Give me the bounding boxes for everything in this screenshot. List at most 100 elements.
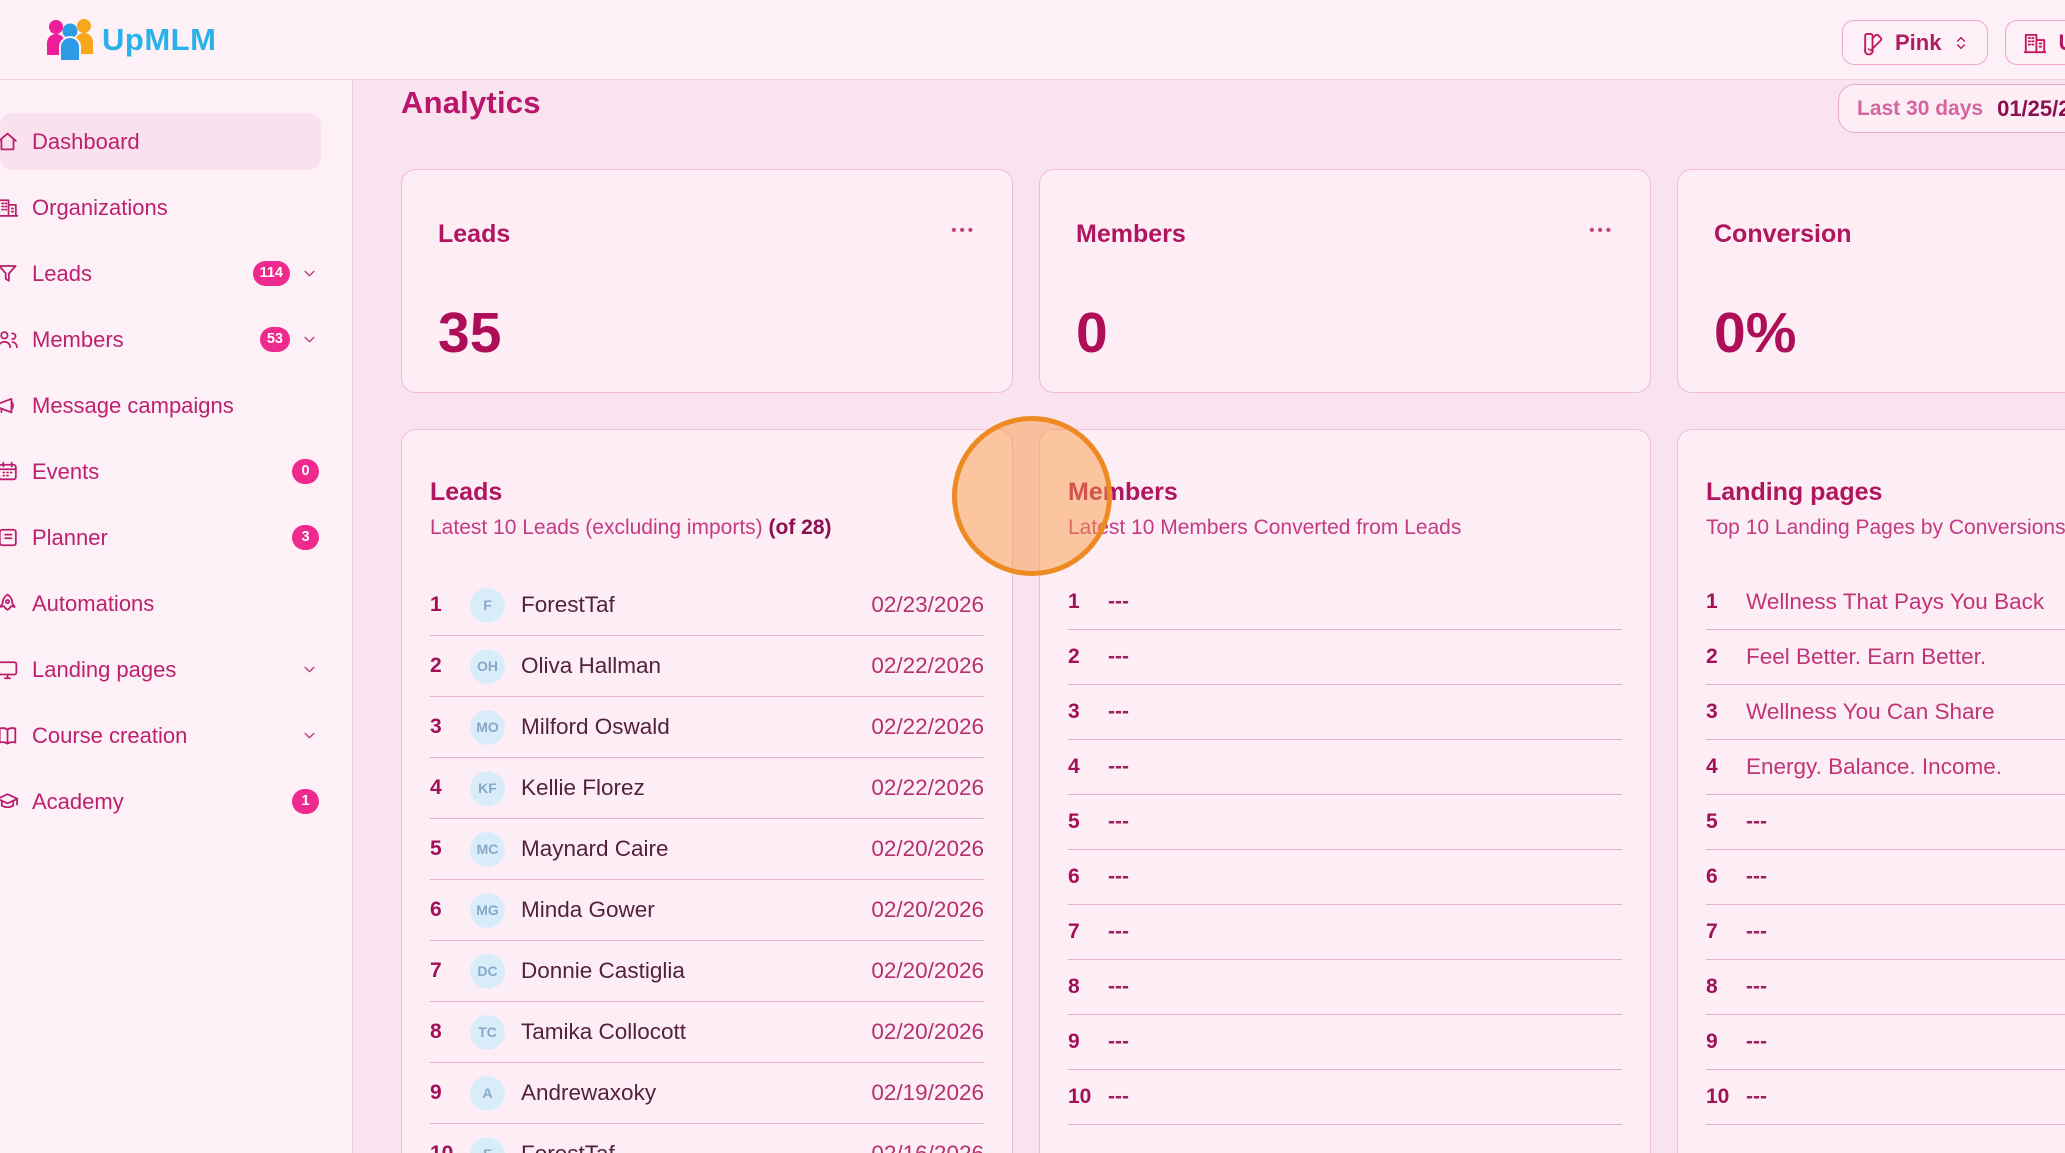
row-rank: 4	[430, 776, 470, 800]
member-row[interactable]: 7 ---	[1068, 905, 1622, 960]
theme-selector-button[interactable]: Pink	[1842, 20, 1988, 65]
lead-name: Andrewaxoky	[521, 1080, 656, 1106]
theme-selector-value: Pink	[1895, 30, 1941, 56]
row-value: ---	[1108, 1030, 1129, 1054]
landing-page-row[interactable]: 7 ---	[1706, 905, 2065, 960]
row-value: ---	[1746, 810, 1767, 834]
member-row[interactable]: 9 ---	[1068, 1015, 1622, 1070]
row-rank: 9	[1068, 1030, 1108, 1054]
lead-row[interactable]: 5 MC Maynard Caire 02/20/2026	[430, 819, 984, 880]
lead-row[interactable]: 6 MG Minda Gower 02/20/2026	[430, 880, 984, 941]
landing-page-row[interactable]: 8 ---	[1706, 960, 2065, 1015]
landing-pages-list-title: Landing pages	[1706, 478, 2065, 507]
chevron-down-icon	[300, 726, 319, 745]
row-value: ---	[1746, 920, 1767, 944]
leads-stat-card: Leads ••• 35	[401, 169, 1013, 393]
app-logo[interactable]: UpMLM	[45, 17, 216, 63]
member-row[interactable]: 1 ---	[1068, 575, 1622, 630]
members-icon	[0, 327, 20, 352]
organization-selector-value: U	[2058, 30, 2065, 56]
avatar: A	[470, 1076, 505, 1111]
landing-page-row[interactable]: 3 Wellness You Can Share	[1706, 685, 2065, 740]
lead-date: 02/20/2026	[871, 897, 984, 923]
stat-card-title: Members	[1076, 220, 1589, 249]
sidebar-item-organizations[interactable]: Organizations	[0, 179, 321, 236]
building-icon	[2022, 30, 2048, 56]
landing-page-row[interactable]: 1 Wellness That Pays You Back	[1706, 575, 2065, 630]
sidebar-item-planner[interactable]: Planner 3	[0, 509, 321, 566]
sidebar-item-landing-pages[interactable]: Landing pages	[0, 641, 321, 698]
sidebar-item-message-campaigns[interactable]: Message campaigns	[0, 377, 321, 434]
row-value: Wellness That Pays You Back	[1746, 589, 2044, 615]
member-row[interactable]: 2 ---	[1068, 630, 1622, 685]
row-value: Feel Better. Earn Better.	[1746, 644, 1986, 670]
sidebar-item-automations[interactable]: Automations	[0, 575, 321, 632]
main-content: Analytics Last 30 days 01/25/20 Leads ••…	[354, 80, 2065, 1153]
monitor-icon	[0, 657, 20, 682]
landing-page-row[interactable]: 2 Feel Better. Earn Better.	[1706, 630, 2065, 685]
megaphone-icon	[0, 393, 20, 418]
count-badge: 3	[292, 525, 319, 550]
lead-name: ForestTaf	[521, 592, 615, 618]
stat-card-value: 0%	[1714, 305, 2065, 362]
lead-date: 02/23/2026	[871, 592, 984, 618]
lead-row[interactable]: 3 MO Milford Oswald 02/22/2026	[430, 697, 984, 758]
sidebar-item-label: Dashboard	[32, 129, 321, 155]
chevron-down-icon	[300, 264, 319, 283]
sidebar-item-label: Events	[32, 459, 292, 485]
landing-page-row[interactable]: 6 ---	[1706, 850, 2065, 905]
academy-icon	[0, 789, 20, 814]
row-rank: 4	[1068, 755, 1108, 779]
lead-row[interactable]: 4 KF Kellie Florez 02/22/2026	[430, 758, 984, 819]
row-rank: 5	[1706, 810, 1746, 834]
member-row[interactable]: 6 ---	[1068, 850, 1622, 905]
stat-card-value: 35	[438, 305, 976, 362]
sidebar-item-events[interactable]: Events 0	[0, 443, 321, 500]
landing-page-row[interactable]: 4 Energy. Balance. Income.	[1706, 740, 2065, 795]
row-rank: 5	[1068, 810, 1108, 834]
app-logo-icon	[45, 17, 95, 63]
member-row[interactable]: 4 ---	[1068, 740, 1622, 795]
row-rank: 1	[430, 593, 470, 617]
leads-list-subtitle: Latest 10 Leads (excluding imports) (of …	[430, 516, 984, 540]
member-row[interactable]: 3 ---	[1068, 685, 1622, 740]
topbar-actions: Pink U	[1842, 20, 2065, 65]
planner-icon	[0, 525, 20, 550]
lead-date: 02/16/2026	[871, 1141, 984, 1153]
chevron-down-icon	[300, 330, 319, 349]
sidebar-item-members[interactable]: Members 53	[0, 311, 321, 368]
card-menu-button[interactable]: •••	[1589, 226, 1614, 236]
sidebar-item-label: Leads	[32, 261, 253, 287]
member-row[interactable]: 10 ---	[1068, 1070, 1622, 1125]
lead-row[interactable]: 9 A Andrewaxoky 02/19/2026	[430, 1063, 984, 1124]
page-title: Analytics	[401, 85, 541, 121]
member-row[interactable]: 8 ---	[1068, 960, 1622, 1015]
landing-page-row[interactable]: 9 ---	[1706, 1015, 2065, 1070]
organization-selector-button[interactable]: U	[2005, 20, 2065, 65]
stat-card-value: 0	[1076, 305, 1614, 362]
sidebar-item-leads[interactable]: Leads 114	[0, 245, 321, 302]
lead-row[interactable]: 8 TC Tamika Collocott 02/20/2026	[430, 1002, 984, 1063]
row-value: Wellness You Can Share	[1746, 699, 1995, 725]
row-value: ---	[1746, 865, 1767, 889]
date-range-preset: Last 30 days	[1857, 97, 1983, 121]
lead-row[interactable]: 1 F ForestTaf 02/23/2026	[430, 575, 984, 636]
landing-page-row[interactable]: 5 ---	[1706, 795, 2065, 850]
sidebar-item-dashboard[interactable]: Dashboard	[0, 113, 321, 170]
lead-row[interactable]: 2 OH Oliva Hallman 02/22/2026	[430, 636, 984, 697]
member-row[interactable]: 5 ---	[1068, 795, 1622, 850]
date-range-picker[interactable]: Last 30 days 01/25/20	[1838, 84, 2065, 133]
lead-row[interactable]: 7 DC Donnie Castiglia 02/20/2026	[430, 941, 984, 1002]
card-menu-button[interactable]: •••	[951, 226, 976, 236]
avatar: MC	[470, 832, 505, 867]
count-badge: 0	[292, 459, 319, 484]
row-rank: 5	[430, 837, 470, 861]
lead-row[interactable]: 10 F ForestTaf 02/16/2026	[430, 1124, 984, 1153]
row-rank: 7	[430, 959, 470, 983]
sidebar-item-course-creation[interactable]: Course creation	[0, 707, 321, 764]
chevron-down-icon	[300, 660, 319, 679]
sidebar-item-academy[interactable]: Academy 1	[0, 773, 321, 830]
stat-card-title: Leads	[438, 220, 951, 249]
row-value: ---	[1108, 645, 1129, 669]
landing-page-row[interactable]: 10 ---	[1706, 1070, 2065, 1125]
